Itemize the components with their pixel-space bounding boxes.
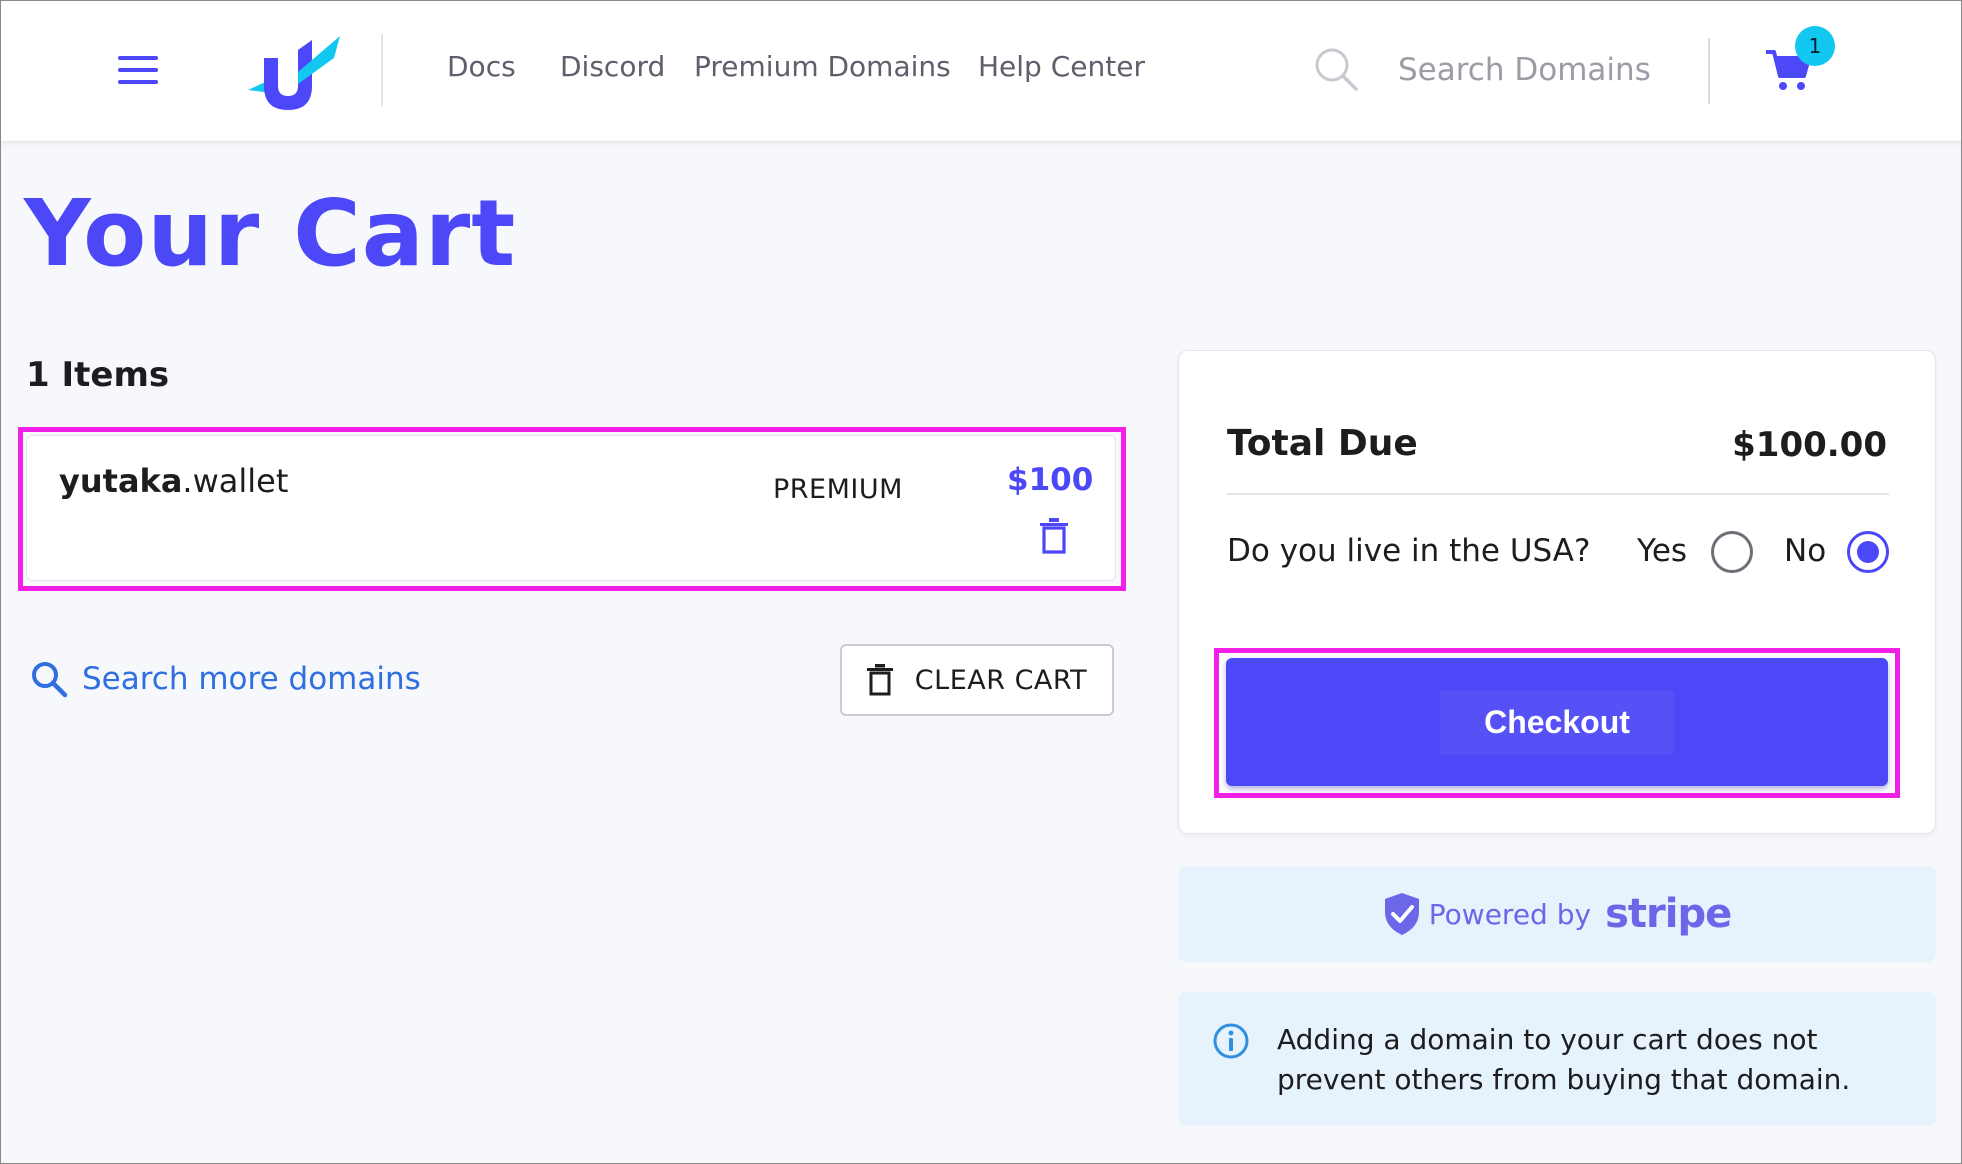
trash-icon xyxy=(866,664,893,696)
search-icon[interactable] xyxy=(1313,46,1359,92)
radio-no-label: No xyxy=(1784,533,1827,569)
hamburger-menu-icon[interactable] xyxy=(118,56,158,84)
radio-no[interactable] xyxy=(1847,531,1889,573)
domain-name-label: yutaka xyxy=(59,462,183,500)
nav-docs[interactable]: Docs xyxy=(447,50,516,83)
summary-divider xyxy=(1227,493,1889,495)
stripe-logo-text: stripe xyxy=(1605,891,1732,937)
remove-item-trash-icon[interactable] xyxy=(1039,518,1069,554)
usa-residency-question: Do you live in the USA? xyxy=(1227,533,1591,569)
radio-yes[interactable] xyxy=(1711,531,1753,573)
clear-cart-label: CLEAR CART xyxy=(914,664,1088,696)
search-more-domains-link[interactable]: Search more domains xyxy=(30,660,421,698)
info-text: Adding a domain to your cart does not pr… xyxy=(1277,1023,1851,1096)
header-divider xyxy=(381,34,383,106)
total-due-label: Total Due xyxy=(1227,423,1418,464)
item-price: $100 xyxy=(1007,462,1094,498)
checkout-button[interactable]: Checkout xyxy=(1226,658,1888,786)
cart-info-notice: Adding a domain to your cart does not pr… xyxy=(1178,992,1936,1126)
clear-cart-button[interactable]: CLEAR CART xyxy=(840,644,1114,716)
nav-help-center[interactable]: Help Center xyxy=(978,50,1145,83)
items-count: 1 Items xyxy=(26,355,170,395)
domain-tier-label: PREMIUM xyxy=(773,474,903,505)
nav-discord[interactable]: Discord xyxy=(560,50,665,83)
cart-item: yutaka.wallet PREMIUM $100 xyxy=(26,435,1116,581)
domain-name: yutaka.wallet xyxy=(59,462,288,500)
total-due-value: $100.00 xyxy=(1732,425,1887,465)
page-title: Your Cart xyxy=(24,180,517,287)
radio-yes-label: Yes xyxy=(1637,533,1688,569)
header-divider-right xyxy=(1708,38,1710,104)
search-more-domains-label: Search more domains xyxy=(82,661,421,697)
search-icon xyxy=(32,662,68,698)
shield-check-icon xyxy=(1384,893,1419,935)
unstoppable-logo-icon[interactable] xyxy=(248,28,340,112)
powered-by-stripe-banner: Powered by stripe xyxy=(1178,866,1936,962)
domain-tld: .wallet xyxy=(182,462,289,500)
nav-premium-domains[interactable]: Premium Domains xyxy=(694,50,951,83)
info-icon xyxy=(1213,1023,1249,1059)
top-header: Docs Discord Premium Domains Help Center… xyxy=(0,0,1962,142)
powered-by-label: Powered by xyxy=(1428,897,1592,931)
cart-count-badge: 1 xyxy=(1795,26,1835,66)
checkout-label: Checkout xyxy=(1440,689,1674,755)
search-domains-input[interactable] xyxy=(1398,46,1688,94)
